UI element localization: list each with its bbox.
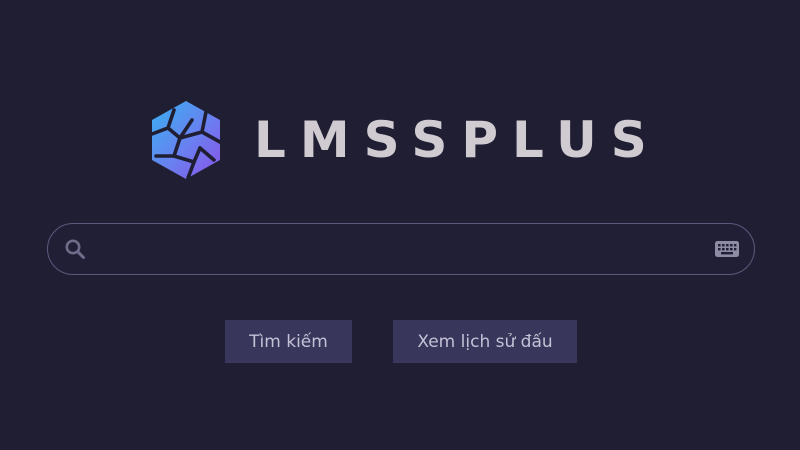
search-button[interactable]: Tìm kiếm — [225, 320, 352, 363]
keyboard-icon[interactable] — [714, 240, 740, 258]
crystal-hexagon-logo-icon — [150, 101, 222, 180]
search-bar[interactable] — [47, 223, 755, 275]
view-match-history-button[interactable]: Xem lịch sử đấu — [393, 320, 577, 363]
search-input[interactable] — [86, 224, 714, 274]
logo: LMSSPLUS — [144, 96, 661, 184]
search-icon — [65, 239, 85, 259]
brand-name: LMSSPLUS — [254, 111, 661, 169]
